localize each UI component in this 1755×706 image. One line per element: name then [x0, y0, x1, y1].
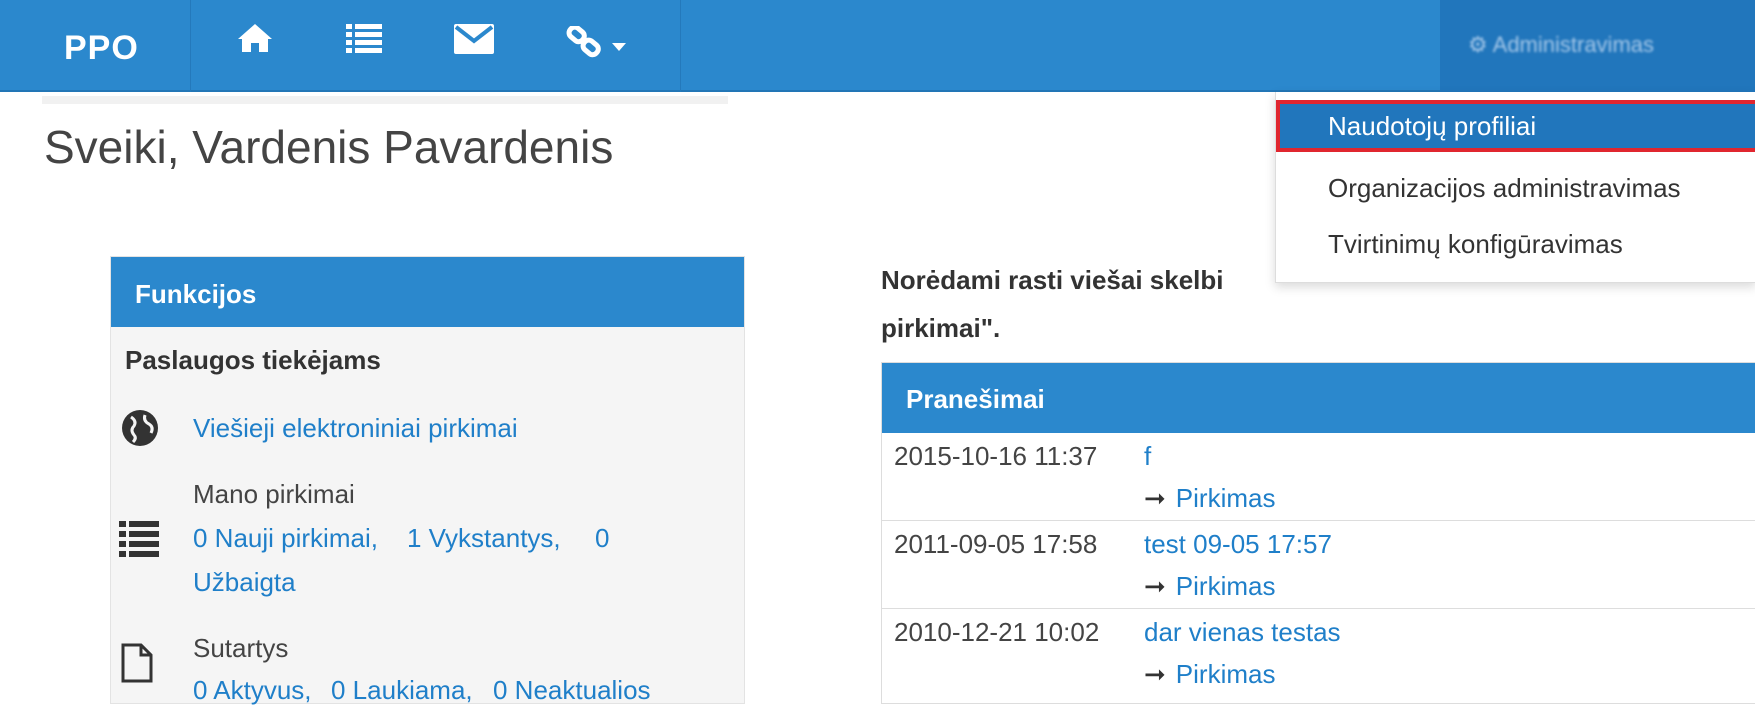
new-purchases-link[interactable]: 0 Nauji pirkimai, [193, 523, 378, 554]
contracts-label: Sutartys [193, 633, 289, 663]
purchase-link[interactable]: ➞ Pirkimas [1144, 659, 1275, 690]
page-title: Sveiki, Vardenis Pavardenis [44, 121, 614, 173]
functions-panel-title: Funkcijos [111, 257, 744, 327]
nav-divider [680, 0, 681, 92]
announcement-date: 2015-10-16 11:37 [894, 441, 1098, 471]
menu-item-organization-admin[interactable]: Organizacijos administravimas [1276, 162, 1755, 214]
arrow-right-icon: ➞ [1144, 659, 1166, 689]
greeting-divider [42, 96, 728, 104]
admin-menu-toggle[interactable]: ⚙ Administravimas [1440, 0, 1755, 92]
table-row: 2011-09-05 17:58 test 09-05 17:57 ➞ Pirki… [882, 521, 1755, 609]
pending-contracts-link[interactable]: 0 Laukiama, [331, 675, 473, 706]
arrow-right-icon: ➞ [1144, 483, 1166, 513]
caret-down-icon[interactable] [612, 40, 626, 58]
arrow-right-icon: ➞ [1144, 571, 1166, 601]
table-row: 2015-10-16 11:37 f ➞ Pirkimas [882, 433, 1755, 521]
list-icon [119, 521, 159, 562]
admin-menu-label: ⚙ Administravimas [1468, 32, 1655, 57]
brand-logo[interactable]: PPO [64, 0, 139, 92]
announcement-title-link[interactable]: test 09-05 17:57 [1144, 529, 1332, 560]
announcements-panel: Pranešimai 2015-10-16 11:37 f ➞ Pirkimas … [881, 362, 1755, 704]
announcement-date: 2011-09-05 17:58 [894, 529, 1098, 559]
home-icon[interactable] [236, 22, 274, 59]
purchase-link[interactable]: ➞ Pirkimas [1144, 571, 1275, 602]
public-purchases-link[interactable]: Viešieji elektroniniai pirkimai [193, 413, 518, 444]
announcement-date: 2010-12-21 10:02 [894, 617, 1100, 647]
announcements-panel-title: Pranešimai [882, 363, 1755, 433]
ongoing-purchases-link[interactable]: 1 Vykstantys, [407, 523, 561, 554]
announcement-title-link[interactable]: dar vienas testas [1144, 617, 1341, 648]
announcement-title-link[interactable]: f [1144, 441, 1151, 472]
outdated-contracts-link[interactable]: 0 Neaktualios [493, 675, 651, 706]
list-icon[interactable] [346, 22, 382, 59]
my-purchases-label: Mano pirkimai [193, 479, 355, 509]
document-icon [121, 643, 153, 688]
active-contracts-link[interactable]: 0 Aktyvus, [193, 675, 312, 706]
menu-item-user-profiles[interactable]: Naudotojų profiliai [1276, 100, 1755, 152]
gear-icon: ⚙ [1468, 32, 1488, 57]
intro-line-2: pirkimai". [881, 313, 1001, 343]
menu-item-approval-config[interactable]: Tvirtinimų konfigūravimas [1276, 218, 1755, 270]
admin-dropdown-menu: Naudotojų profiliai Organizacijos admini… [1275, 92, 1755, 283]
table-row: 2010-12-21 10:02 dar vienas testas ➞ Pirk… [882, 609, 1755, 705]
globe-icon [121, 409, 159, 452]
suppliers-section-heading: Paslaugos tiekėjams [125, 345, 381, 375]
link-icon[interactable] [566, 24, 606, 65]
purchase-link[interactable]: ➞ Pirkimas [1144, 483, 1275, 514]
envelope-icon[interactable] [454, 24, 494, 59]
completed-purchases-link[interactable]: Užbaigta [193, 567, 296, 598]
completed-purchases-count-link[interactable]: 0 [595, 523, 609, 554]
nav-divider [190, 0, 191, 92]
functions-panel: Funkcijos Paslaugos tiekėjams Viešieji e… [110, 256, 745, 706]
top-navbar: PPO ⚙ Administravimas [0, 0, 1755, 92]
